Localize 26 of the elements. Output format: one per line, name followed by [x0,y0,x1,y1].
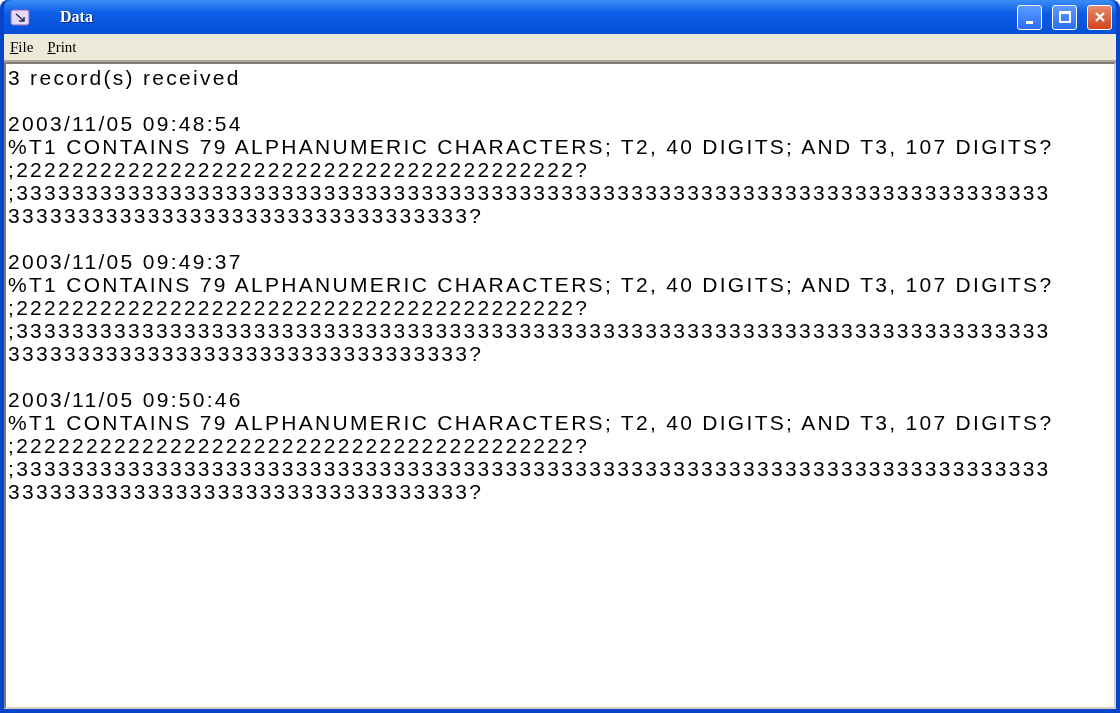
minimize-button[interactable] [1017,4,1042,30]
close-button[interactable] [1087,4,1112,30]
record-line: ;33333333333333333333333333333333333333333333333333333333333333333333333333 [8,181,1052,204]
status-text: 3 record(s) received [8,66,242,89]
record-line: %T1 CONTAINS 79 ALPHANUMERIC CHARACTERS; T2, 40 DIGITS; AND T3, 107 DIGITS? [8,273,1055,296]
record-line: ;33333333333333333333333333333333333333333333333333333333333333333333333333 [8,319,1052,342]
maximize-button[interactable] [1052,4,1077,30]
record-line: ;2222222222222222222222222222222222222222? [8,434,591,457]
record-line: %T1 CONTAINS 79 ALPHANUMERIC CHARACTERS; T2, 40 DIGITS; AND T3, 107 DIGITS? [8,411,1055,434]
menu-item[interactable]: Print [47,38,77,56]
record-line: ;33333333333333333333333333333333333333333333333333333333333333333333333333 [8,457,1052,480]
record-line: 333333333333333333333333333333333? [8,342,485,365]
record-line: ;2222222222222222222222222222222222222222? [8,158,591,181]
app-icon [10,8,30,26]
close-icon [1092,10,1107,24]
record-line: %T1 CONTAINS 79 ALPHANUMERIC CHARACTERS; T2, 40 DIGITS; AND T3, 107 DIGITS? [8,135,1055,158]
record-line: ;2222222222222222222222222222222222222222? [8,296,591,319]
maximize-icon [1057,10,1072,24]
window-title: Data [60,8,94,26]
record-line: 333333333333333333333333333333333? [8,204,485,227]
record-line: 333333333333333333333333333333333? [8,480,485,503]
timestamp: 2003/11/05 09:48:54 [8,112,244,135]
menu-item[interactable]: File [10,38,34,56]
timestamp: 2003/11/05 09:49:37 [8,250,244,273]
minimize-icon [1026,20,1033,24]
timestamp: 2003/11/05 09:50:46 [8,388,244,411]
